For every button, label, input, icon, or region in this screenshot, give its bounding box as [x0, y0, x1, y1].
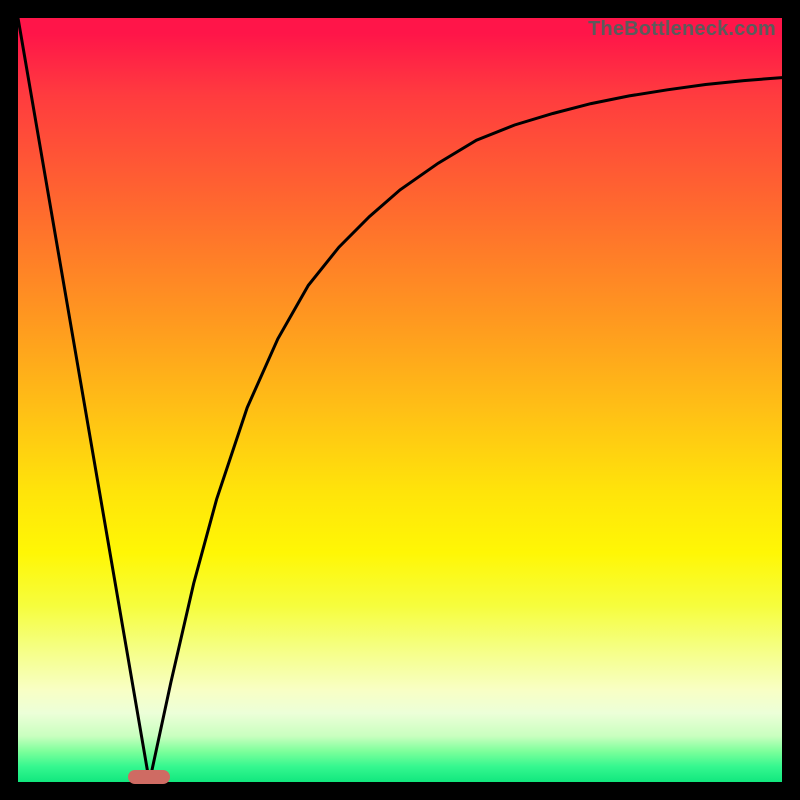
- curve-path: [18, 18, 782, 782]
- curve-svg: [18, 18, 782, 782]
- chart-frame: TheBottleneck.com: [0, 0, 800, 800]
- vertex-marker: [128, 770, 170, 784]
- plot-area: TheBottleneck.com: [18, 18, 782, 782]
